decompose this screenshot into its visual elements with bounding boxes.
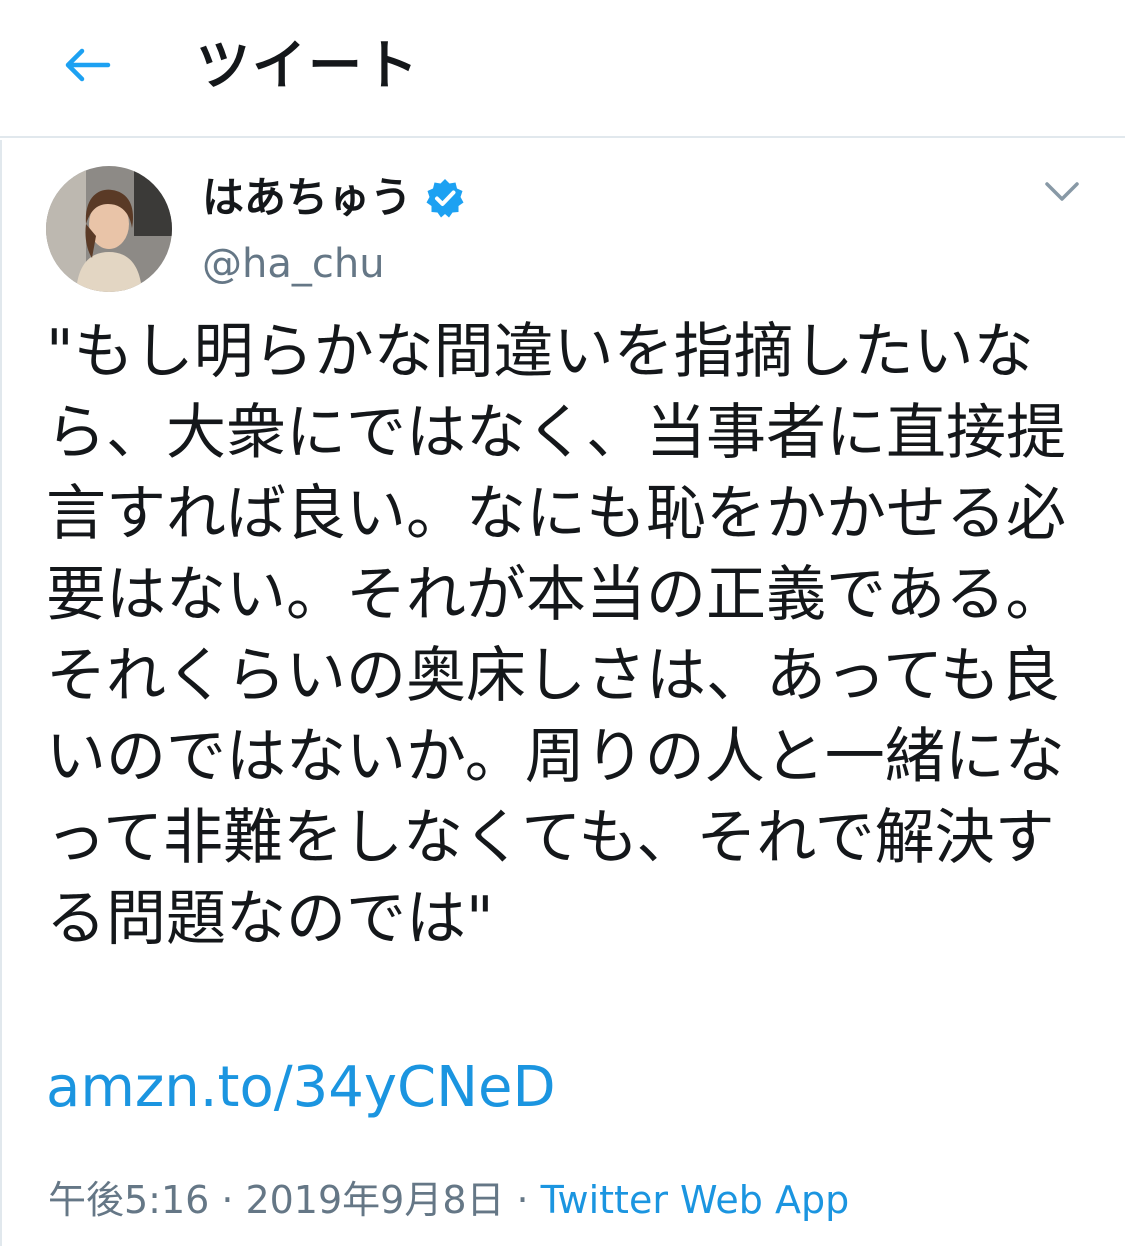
tweet-date: 2019年9月8日 [245,1178,505,1222]
tweet-time: 午後5:16 [48,1178,210,1222]
user-handle[interactable]: @ha_chu [202,236,385,292]
tweet-source-link[interactable]: Twitter Web App [541,1178,850,1222]
user-name-row[interactable]: はあちゅう [202,168,466,228]
arrow-left-icon [62,47,112,87]
display-name: はあちゅう [202,173,413,222]
tweet-text: "もし明らかな間違いを指摘したいなら、大衆にではなく、当事者に直接提言すれば良い… [46,317,1066,954]
meta-separator: · [221,1178,234,1222]
chevron-down-icon [1044,181,1080,207]
top-bar: ツイート [0,0,1125,138]
meta-separator: · [516,1178,529,1222]
back-button[interactable] [52,36,122,98]
tweet-card: はあちゅう @ha_chu "もし明らかな間違いを指摘したいなら、大衆にではなく… [0,140,1125,1246]
tweet-link[interactable]: amzn.to/34yCNeD [46,1050,556,1126]
avatar[interactable] [46,166,172,292]
tweet-menu-button[interactable] [1038,170,1086,218]
verified-badge-icon [424,177,466,219]
page-title: ツイート [196,34,420,97]
tweet-metadata: 午後5:16 · 2019年9月8日 · Twitter Web App [48,1170,849,1230]
